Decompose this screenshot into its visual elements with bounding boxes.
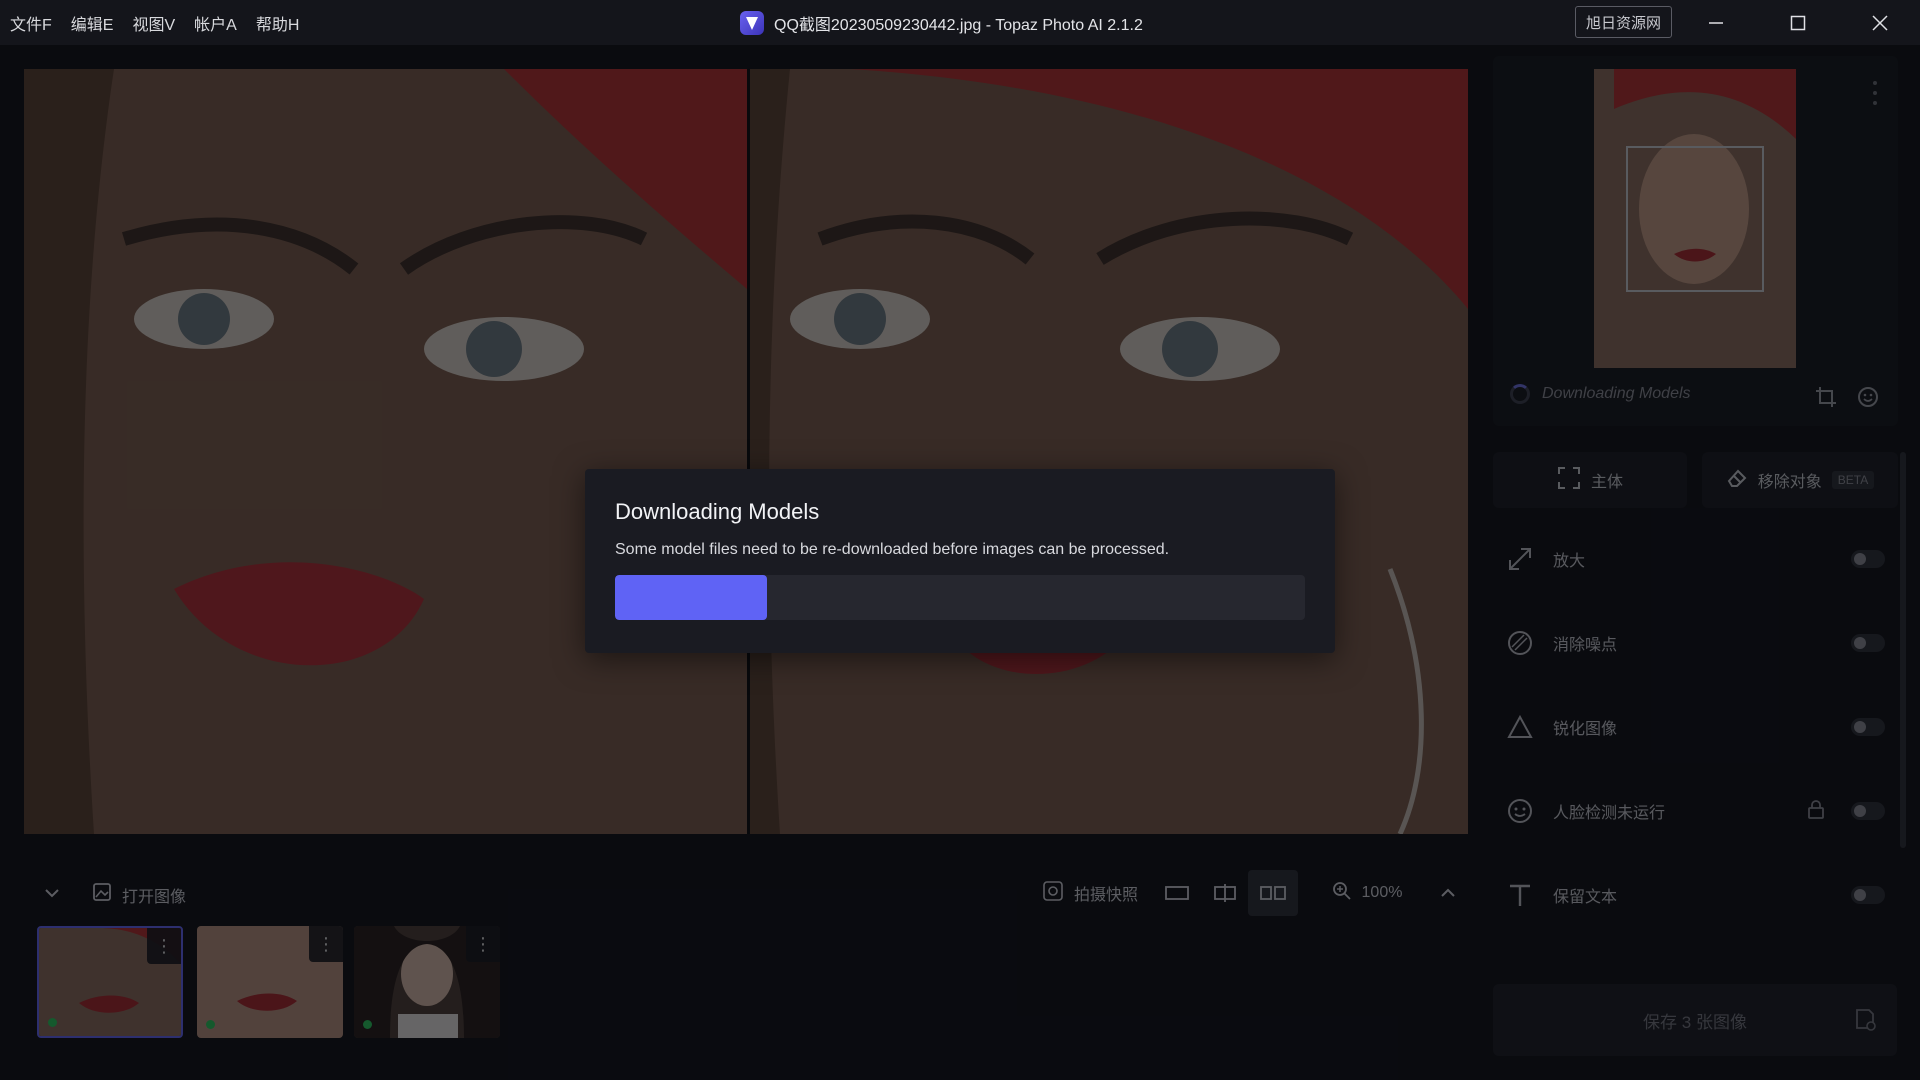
sharpen-toggle[interactable] — [1851, 718, 1885, 736]
lock-icon — [1807, 799, 1825, 824]
title-bar: 文件F 编辑E 视图V 帐户A 帮助H QQ截图20230509230442.j… — [0, 0, 1920, 45]
denoise-icon — [1505, 628, 1535, 658]
save-images-button[interactable]: 保存 3 张图像 — [1493, 984, 1897, 1056]
snapshot-button[interactable]: 拍摄快照 — [1025, 870, 1155, 916]
feature-preserve-text[interactable]: 保留文本 — [1505, 870, 1885, 920]
dialog-message: Some model files need to be re-downloade… — [615, 541, 1170, 558]
feature-sharpen-label: 锐化图像 — [1553, 721, 1618, 738]
upscale-icon — [1505, 544, 1535, 574]
snapshot-label: 拍摄快照 — [1073, 887, 1138, 904]
status-dot — [206, 1020, 215, 1029]
focus-frame-icon — [1557, 466, 1581, 495]
panel-scrollbar[interactable] — [1900, 452, 1906, 848]
image-viewer[interactable] — [24, 69, 1468, 834]
collapse-filmstrip-icon[interactable] — [44, 885, 60, 906]
zoom-level: 100% — [1361, 884, 1403, 901]
chevron-up-icon[interactable] — [1428, 870, 1468, 916]
window-title: QQ截图20230509230442.jpg - Topaz Photo AI … — [740, 0, 1143, 45]
save-settings-icon[interactable] — [1855, 1008, 1877, 1037]
feature-face-recovery[interactable]: 人脸检测未运行 — [1505, 786, 1885, 836]
thumbnail-menu-icon[interactable]: ⋮ — [466, 926, 500, 962]
watermark-badge[interactable]: 旭日资源网 — [1575, 6, 1672, 38]
maximize-icon[interactable] — [1757, 0, 1839, 45]
feature-sharpen[interactable]: 锐化图像 — [1505, 702, 1885, 752]
thumbnail-3[interactable]: ⋮ — [354, 926, 500, 1038]
thumbnail-1[interactable]: ⋮ — [37, 926, 183, 1038]
tab-subject-label: 主体 — [1590, 474, 1623, 491]
menu-edit[interactable]: 编辑E — [71, 11, 114, 35]
beta-badge: BETA — [1831, 471, 1875, 489]
tab-subject[interactable]: 主体 — [1493, 452, 1687, 508]
processed-image-pane[interactable] — [750, 69, 1468, 834]
downloading-models-dialog: Downloading Models Some model files need… — [585, 469, 1335, 653]
zoom-icon — [1332, 881, 1352, 906]
feature-text-label: 保留文本 — [1553, 889, 1618, 906]
split-view-icon[interactable] — [1202, 870, 1248, 916]
menu-file[interactable]: 文件F — [10, 11, 52, 35]
download-progress-fill — [615, 575, 767, 620]
menu-account[interactable]: 帐户A — [194, 11, 237, 35]
preserve-text-toggle[interactable] — [1851, 886, 1885, 904]
feature-denoise-label: 消除噪点 — [1553, 637, 1618, 654]
feature-upscale-label: 放大 — [1553, 553, 1586, 570]
window-title-text: QQ截图20230509230442.jpg - Topaz Photo AI … — [774, 16, 1143, 34]
open-image-button[interactable]: 打开图像 — [92, 882, 186, 907]
zoom-control[interactable]: 100% — [1312, 870, 1422, 916]
side-by-side-view-icon[interactable] — [1248, 870, 1298, 916]
panel-status: Downloading Models — [1510, 384, 1691, 404]
thumbnail-2[interactable]: ⋮ — [197, 926, 343, 1038]
thumbnail-menu-icon[interactable]: ⋮ — [309, 926, 343, 962]
loading-spinner-icon — [1510, 384, 1530, 404]
thumbnail-menu-icon[interactable]: ⋮ — [147, 928, 181, 964]
save-images-label: 保存 3 张图像 — [1643, 1012, 1747, 1032]
menu-help[interactable]: 帮助H — [256, 11, 300, 35]
app-logo-icon — [740, 10, 764, 35]
bottom-toolbar: 打开图像 拍摄快照 100% — [24, 870, 1468, 916]
sharpen-icon — [1505, 712, 1535, 742]
tab-remove-object-label: 移除对象 — [1757, 474, 1822, 491]
crop-icon[interactable] — [1815, 386, 1837, 413]
menu-view[interactable]: 视图V — [132, 11, 175, 35]
open-image-label: 打开图像 — [122, 888, 187, 906]
single-view-icon[interactable] — [1154, 870, 1200, 916]
status-dot — [48, 1018, 57, 1027]
text-icon — [1505, 880, 1535, 910]
upscale-toggle[interactable] — [1851, 550, 1885, 568]
eraser-icon — [1726, 467, 1748, 494]
face-settings-icon[interactable] — [1857, 386, 1879, 413]
download-progress-bar — [615, 575, 1305, 620]
panel-status-text: Downloading Models — [1542, 385, 1691, 402]
menu-bar: 文件F 编辑E 视图V 帐户A 帮助H — [0, 11, 318, 35]
image-icon — [92, 882, 112, 907]
panel-more-icon[interactable] — [1872, 80, 1878, 111]
original-image-pane[interactable] — [24, 69, 747, 834]
feature-denoise[interactable]: 消除噪点 — [1505, 618, 1885, 668]
denoise-toggle[interactable] — [1851, 634, 1885, 652]
face-toggle[interactable] — [1851, 802, 1885, 820]
close-icon[interactable] — [1839, 0, 1920, 45]
face-icon — [1505, 796, 1535, 826]
dialog-title: Downloading Models — [615, 499, 820, 524]
status-dot — [363, 1020, 372, 1029]
minimize-icon[interactable] — [1675, 0, 1757, 45]
feature-upscale[interactable]: 放大 — [1505, 534, 1885, 584]
camera-icon — [1042, 880, 1064, 907]
navigator-viewport-box[interactable] — [1626, 146, 1764, 292]
tab-remove-object[interactable]: 移除对象 BETA — [1702, 452, 1898, 508]
feature-face-label: 人脸检测未运行 — [1553, 805, 1666, 822]
